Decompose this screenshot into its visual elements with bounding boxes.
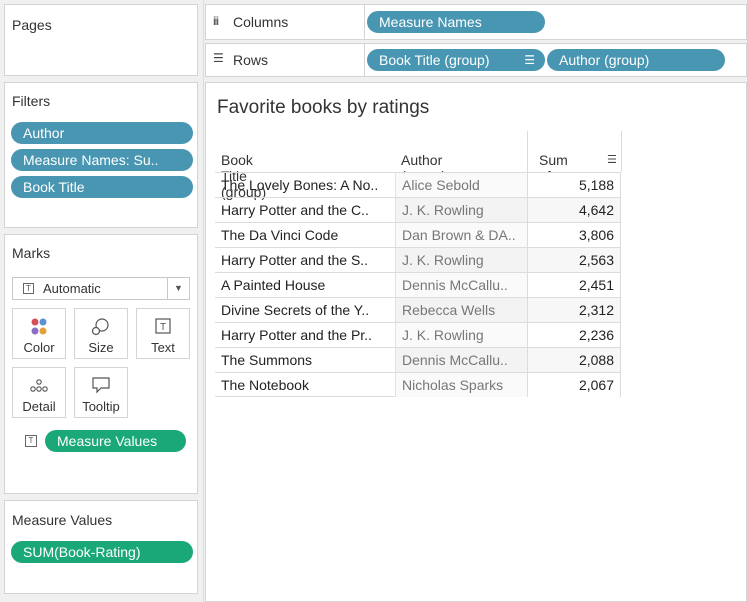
text-encoding-icon: T bbox=[25, 435, 37, 447]
columns-label: Columns bbox=[233, 14, 289, 30]
cell-value[interactable]: 3,806 bbox=[527, 223, 621, 247]
columns-pill-measure-names[interactable]: Measure Names bbox=[367, 11, 545, 33]
detail-icon bbox=[13, 375, 65, 397]
table-row[interactable]: The Lovely Bones: A No.. Alice Sebold 5,18… bbox=[215, 172, 621, 197]
cell-book-title[interactable]: Divine Secrets of the Y.. bbox=[221, 298, 397, 322]
mark-type-value: Automatic bbox=[43, 281, 101, 296]
cell-book-title[interactable]: The Summons bbox=[221, 348, 397, 372]
filters-shelf[interactable]: Filters Author Measure Names: Su.. Book … bbox=[4, 82, 198, 228]
rows-separator bbox=[364, 44, 365, 76]
cell-author[interactable]: Dan Brown & DA.. bbox=[395, 223, 527, 247]
tooltip-button[interactable]: Tooltip bbox=[74, 367, 128, 418]
sort-descending-icon[interactable]: ☰ bbox=[524, 49, 535, 71]
cell-value[interactable]: 2,088 bbox=[527, 348, 621, 372]
cell-author[interactable]: Dennis McCallu.. bbox=[395, 273, 527, 297]
table-row[interactable]: Divine Secrets of the Y.. Rebecca Wells 2,… bbox=[215, 297, 621, 322]
cell-value[interactable]: 2,067 bbox=[527, 373, 621, 397]
measure-pill-sum-book-rating[interactable]: SUM(Book-Rating) bbox=[11, 541, 193, 563]
mark-type-dropdown[interactable]: T Automatic ▼ bbox=[12, 277, 190, 300]
text-mark-icon: T bbox=[23, 283, 34, 294]
header-right-border bbox=[621, 131, 622, 172]
columns-shelf[interactable]: iii Columns Measure Names bbox=[205, 4, 747, 40]
cell-value[interactable]: 2,312 bbox=[527, 298, 621, 322]
text-icon: T bbox=[137, 316, 189, 338]
cell-book-title[interactable]: Harry Potter and the C.. bbox=[221, 198, 397, 222]
table-row[interactable]: Harry Potter and the Pr.. J. K. Rowling 2,… bbox=[215, 322, 621, 347]
color-label: Color bbox=[23, 340, 55, 355]
measure-values-shelf[interactable]: Measure Values SUM(Book-Rating) bbox=[4, 500, 198, 594]
chevron-down-icon: ▼ bbox=[167, 278, 189, 299]
size-icon bbox=[75, 316, 127, 338]
table-row[interactable]: The Notebook Nicholas Sparks 2,067 bbox=[215, 372, 621, 397]
cell-book-title[interactable]: Harry Potter and the S.. bbox=[221, 248, 397, 272]
cell-book-title[interactable]: Harry Potter and the Pr.. bbox=[221, 323, 397, 347]
detail-label: Detail bbox=[22, 399, 56, 414]
svg-text:T: T bbox=[160, 322, 166, 333]
cell-value[interactable]: 2,451 bbox=[527, 273, 621, 297]
text-button[interactable]: T Text bbox=[136, 308, 190, 359]
cell-value[interactable]: 2,236 bbox=[527, 323, 621, 347]
marks-field-measure-values[interactable]: Measure Values bbox=[45, 430, 186, 452]
color-icon bbox=[13, 316, 65, 338]
cell-book-title[interactable]: The Lovely Bones: A No.. bbox=[221, 173, 397, 197]
rows-shelf[interactable]: ☰ Rows Book Title (group) ☰ Author (grou… bbox=[205, 43, 747, 77]
columns-icon: iii bbox=[213, 14, 219, 28]
cell-author[interactable]: J. K. Rowling bbox=[395, 323, 527, 347]
table-row[interactable]: Harry Potter and the S.. J. K. Rowling 2,5… bbox=[215, 247, 621, 272]
cell-author[interactable]: Alice Sebold bbox=[395, 173, 527, 197]
cell-author[interactable]: Dennis McCallu.. bbox=[395, 348, 527, 372]
pane-divider bbox=[203, 0, 204, 602]
rows-pill-book-title[interactable]: Book Title (group) ☰ bbox=[367, 49, 545, 71]
viz-title: Favorite books by ratings bbox=[217, 97, 430, 118]
cell-book-title[interactable]: The Da Vinci Code bbox=[221, 223, 397, 247]
rows-pill-book-title-label: Book Title (group) bbox=[379, 52, 490, 68]
columns-separator bbox=[364, 5, 365, 39]
tooltip-icon bbox=[75, 375, 127, 397]
rows-label: Rows bbox=[233, 52, 269, 68]
sort-descending-icon[interactable]: ☰ bbox=[607, 153, 617, 166]
cell-author[interactable]: Rebecca Wells bbox=[395, 298, 527, 322]
rows-icon: ☰ bbox=[213, 51, 224, 65]
filter-pill-measure-names[interactable]: Measure Names: Su.. bbox=[11, 149, 193, 171]
cell-author[interactable]: J. K. Rowling bbox=[395, 198, 527, 222]
table-row[interactable]: Harry Potter and the C.. J. K. Rowling 4,6… bbox=[215, 197, 621, 222]
detail-button[interactable]: Detail bbox=[12, 367, 66, 418]
measure-values-title: Measure Values bbox=[12, 512, 113, 528]
cell-book-title[interactable]: The Notebook bbox=[221, 373, 397, 397]
cell-value[interactable]: 4,642 bbox=[527, 198, 621, 222]
filters-title: Filters bbox=[12, 93, 51, 109]
marks-title: Marks bbox=[12, 245, 51, 261]
pages-title: Pages bbox=[12, 17, 52, 33]
filter-pill-author[interactable]: Author bbox=[11, 122, 193, 144]
pages-shelf[interactable]: Pages bbox=[4, 4, 198, 76]
table-row[interactable]: The Summons Dennis McCallu.. 2,088 bbox=[215, 347, 621, 372]
marks-card: Marks T Automatic ▼ Color Size T Text De… bbox=[4, 234, 198, 494]
cell-author[interactable]: Nicholas Sparks bbox=[395, 373, 527, 397]
cell-value[interactable]: 2,563 bbox=[527, 248, 621, 272]
rows-pill-author[interactable]: Author (group) bbox=[547, 49, 725, 71]
cell-author[interactable]: J. K. Rowling bbox=[395, 248, 527, 272]
color-button[interactable]: Color bbox=[12, 308, 66, 359]
size-label: Size bbox=[88, 340, 114, 355]
table-row[interactable]: The Da Vinci Code Dan Brown & DA.. 3,806 bbox=[215, 222, 621, 247]
cell-value[interactable]: 5,188 bbox=[527, 173, 621, 197]
cell-book-title[interactable]: A Painted House bbox=[221, 273, 397, 297]
text-label: Text bbox=[151, 340, 175, 355]
table-row[interactable]: A Painted House Dennis McCallu.. 2,451 bbox=[215, 272, 621, 297]
header-divider bbox=[527, 131, 528, 172]
size-button[interactable]: Size bbox=[74, 308, 128, 359]
filter-pill-book-title[interactable]: Book Title bbox=[11, 176, 193, 198]
tooltip-label: Tooltip bbox=[82, 399, 120, 414]
